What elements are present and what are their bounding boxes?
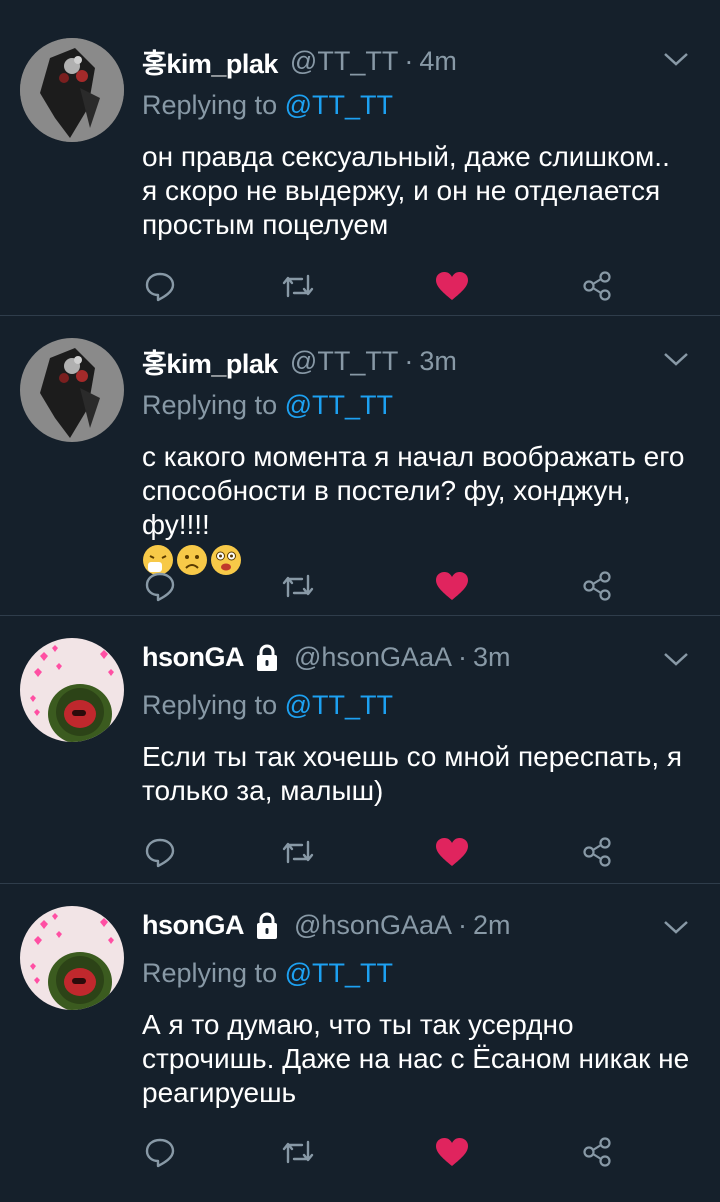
reply-prefix: Replying to	[142, 390, 278, 420]
share-icon[interactable]	[577, 266, 617, 306]
tweet[interactable]: 홍kim_plak @TT_TT · 4m Replying to @TT_TT…	[0, 0, 720, 316]
timestamp: 2m	[473, 910, 511, 940]
text-line: реагируешь	[142, 1077, 297, 1108]
reply-prefix: Replying to	[142, 958, 278, 988]
separator-dot: ·	[458, 642, 467, 672]
timestamp: 3m	[473, 642, 511, 672]
retweet-icon[interactable]	[278, 1132, 318, 1172]
like-icon[interactable]	[432, 832, 472, 872]
tweet-actions	[0, 566, 720, 606]
reply-to-link[interactable]: @TT_TT	[285, 90, 393, 120]
user-handle: @TT_TT	[289, 346, 399, 376]
like-icon[interactable]	[432, 266, 472, 306]
tweet-feed: 홍kim_plak @TT_TT · 4m Replying to @TT_TT…	[0, 0, 720, 1202]
lock-icon	[252, 911, 282, 941]
text-line: простым поцелуем	[142, 209, 389, 240]
tweet-text: он правда сексуальный, даже слишком.. я …	[142, 140, 698, 242]
chevron-down-icon[interactable]	[662, 918, 690, 941]
retweet-icon[interactable]	[278, 566, 318, 606]
replying-to: Replying to @TT_TT	[142, 390, 393, 421]
display-name[interactable]: 홍kim_plak	[142, 42, 278, 81]
timestamp: 3m	[419, 346, 457, 376]
tweet-actions	[0, 832, 720, 872]
reply-to-link[interactable]: @TT_TT	[285, 690, 393, 720]
tweet-text: Если ты так хочешь со мной переспать, я …	[142, 740, 698, 808]
text-line: с какого момента я начал воображать его	[142, 441, 685, 472]
chevron-down-icon[interactable]	[662, 50, 690, 73]
text-line: А я то думаю, что ты так усердно	[142, 1009, 574, 1040]
avatar[interactable]	[20, 38, 124, 142]
share-icon[interactable]	[577, 566, 617, 606]
reply-icon[interactable]	[140, 832, 180, 872]
tweet[interactable]: 홍kim_plak @TT_TT · 3m Replying to @TT_TT…	[0, 316, 720, 616]
replying-to: Replying to @TT_TT	[142, 690, 393, 721]
text-line: только за, малыш)	[142, 775, 384, 806]
tweet-text: А я то думаю, что ты так усердно строчиш…	[142, 1008, 698, 1110]
display-name[interactable]: 홍kim_plak	[142, 342, 278, 381]
retweet-icon[interactable]	[278, 832, 318, 872]
like-icon[interactable]	[432, 1132, 472, 1172]
text-line: Если ты так хочешь со мной переспать, я	[142, 741, 683, 772]
separator-dot: ·	[404, 346, 414, 376]
like-icon[interactable]	[432, 566, 472, 606]
share-icon[interactable]	[577, 1132, 617, 1172]
retweet-icon[interactable]	[278, 266, 318, 306]
avatar[interactable]	[20, 906, 124, 1010]
text-line: я скоро не выдержу, и он не отделается	[142, 175, 661, 206]
reply-to-link[interactable]: @TT_TT	[285, 958, 393, 988]
tweet[interactable]: hsonGA @hsonGAaA · 2m Replying to @TT_TT…	[0, 884, 720, 1202]
display-name[interactable]: hsonGA	[142, 642, 245, 673]
text-line: способности в постели? фу, хонджун, фу!!…	[142, 475, 631, 540]
replying-to: Replying to @TT_TT	[142, 958, 393, 989]
reply-to-link[interactable]: @TT_TT	[285, 390, 393, 420]
text-line: он правда сексуальный, даже слишком..	[142, 141, 670, 172]
share-icon[interactable]	[577, 832, 617, 872]
reply-prefix: Replying to	[142, 690, 278, 720]
tweet-actions	[0, 266, 720, 306]
replying-to: Replying to @TT_TT	[142, 90, 393, 121]
reply-prefix: Replying to	[142, 90, 278, 120]
chevron-down-icon[interactable]	[662, 350, 690, 373]
text-line: строчишь. Даже на нас с Ёсаном никак не	[142, 1043, 690, 1074]
lock-icon	[252, 643, 282, 673]
chevron-down-icon[interactable]	[662, 650, 690, 673]
tweet-text: с какого момента я начал воображать его …	[142, 440, 698, 576]
user-handle: @TT_TT	[289, 46, 399, 76]
user-handle: @hsonGAaA	[294, 642, 452, 672]
reply-icon[interactable]	[140, 566, 180, 606]
separator-dot: ·	[404, 46, 414, 76]
user-handle: @hsonGAaA	[294, 910, 452, 940]
display-name[interactable]: hsonGA	[142, 910, 245, 941]
timestamp: 4m	[419, 46, 457, 76]
reply-icon[interactable]	[140, 1132, 180, 1172]
separator-dot: ·	[458, 910, 467, 940]
reply-icon[interactable]	[140, 266, 180, 306]
tweet[interactable]: hsonGA @hsonGAaA · 3m Replying to @TT_TT…	[0, 616, 720, 884]
avatar[interactable]	[20, 338, 124, 442]
avatar[interactable]	[20, 638, 124, 742]
tweet-actions	[0, 1132, 720, 1172]
